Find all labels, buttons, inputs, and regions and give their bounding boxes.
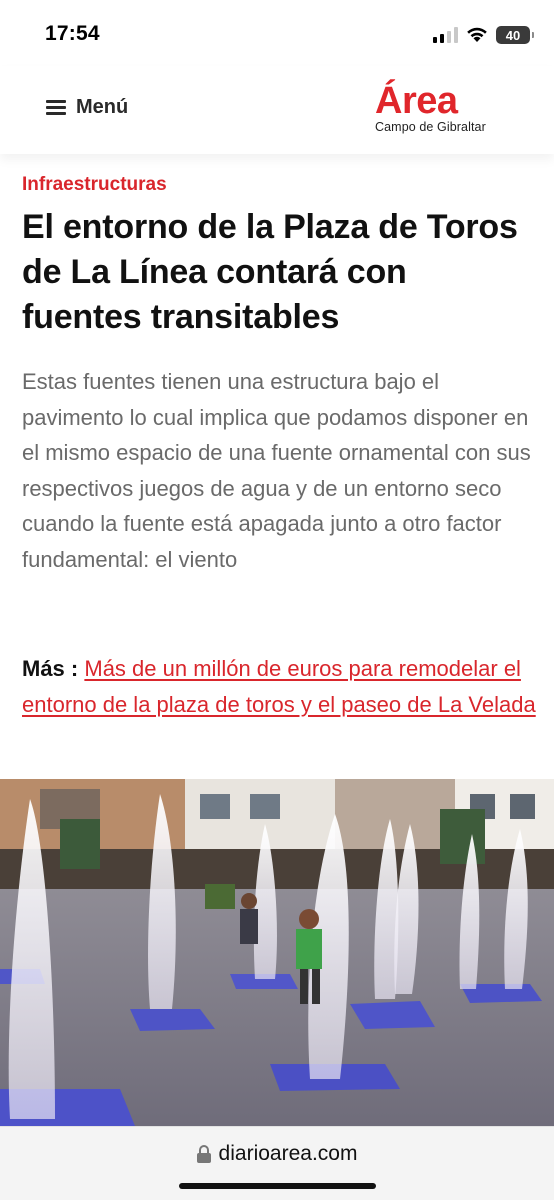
article-category[interactable]: Infraestructuras <box>22 174 167 196</box>
site-logo[interactable]: Área Campo de Gibraltar <box>375 82 515 134</box>
related-article-link[interactable]: Más de un millón de euros para remodelar… <box>22 656 536 717</box>
article-headline: El entorno de la Plaza de Toros de La Lí… <box>22 208 518 336</box>
article-photo <box>0 779 554 1126</box>
battery-icon: 40 <box>496 26 534 44</box>
logo-word: Área <box>375 80 458 122</box>
menu-label: Menú <box>76 96 129 118</box>
article-lead: Estas fuentes tienen una estructura bajo… <box>22 369 531 572</box>
wifi-icon <box>467 27 487 42</box>
menu-button[interactable]: Menú <box>46 96 128 119</box>
signal-icon <box>433 27 458 43</box>
status-bar: 17:54 40 <box>0 0 554 66</box>
home-indicator[interactable] <box>179 1183 376 1189</box>
address-field[interactable]: diarioarea.com <box>0 1142 554 1166</box>
lock-icon <box>196 1145 211 1163</box>
status-time: 17:54 <box>45 22 100 45</box>
related-label: Más : <box>22 656 79 681</box>
url-text: diarioarea.com <box>218 1142 358 1165</box>
related-article: Más : Más de un millón de euros para rem… <box>22 651 542 722</box>
hamburger-icon <box>46 100 66 115</box>
status-icons: 40 <box>433 22 534 48</box>
logo-subtitle: Campo de Gibraltar <box>375 120 486 134</box>
site-header: Menú Área Campo de Gibraltar <box>0 66 554 154</box>
